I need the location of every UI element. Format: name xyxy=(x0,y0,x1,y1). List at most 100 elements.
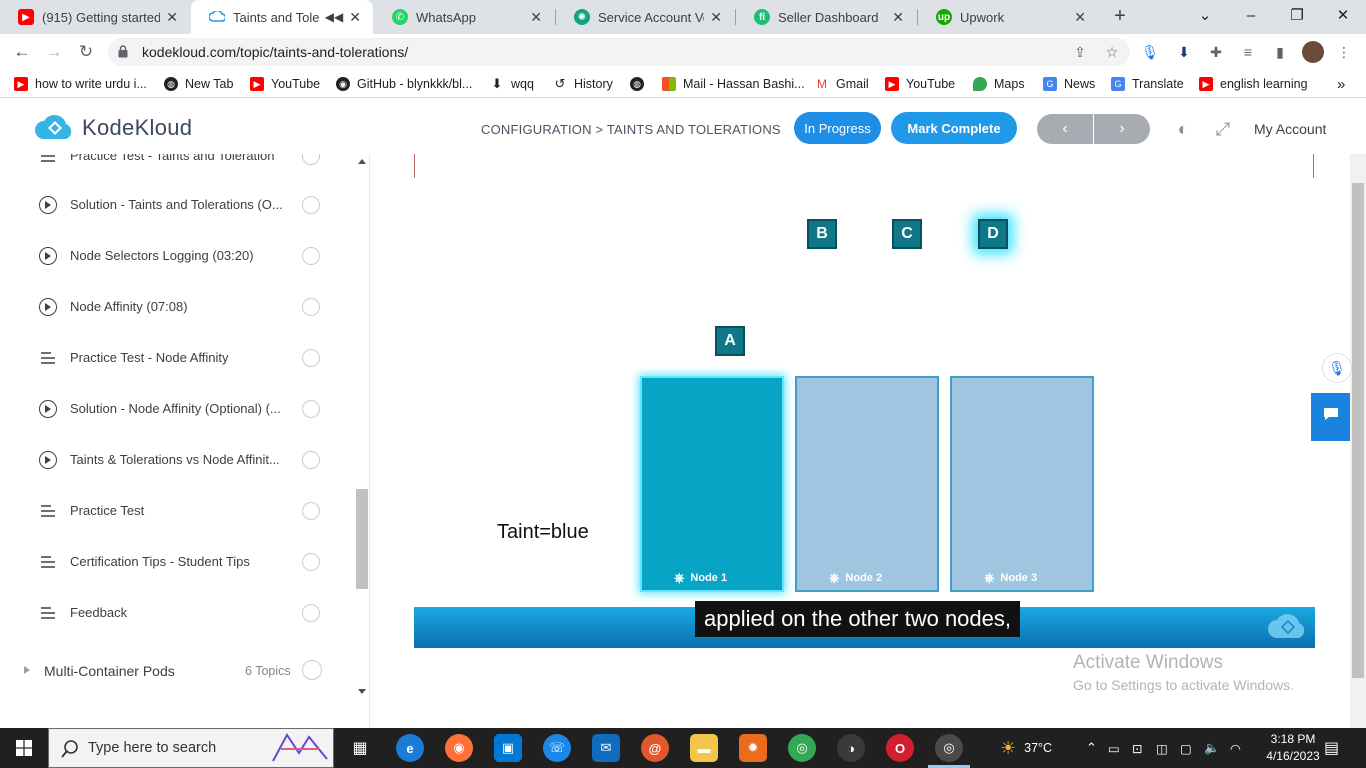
browser-tab[interactable]: ▶ (915) Getting started w ✕ xyxy=(0,0,190,34)
module-multi-container-pods[interactable]: Multi-Container Pods 6 Topics xyxy=(0,660,356,684)
taskbar-clock[interactable]: 3:18 PM 4/16/2023 xyxy=(1262,731,1324,765)
volume-icon[interactable]: 🔈 xyxy=(1204,728,1220,768)
bookmark-item[interactable]: ⬇ wqq xyxy=(490,76,534,92)
minimize-button[interactable]: – xyxy=(1228,0,1274,34)
lesson-item[interactable]: Practice Test - Node Affinity xyxy=(0,349,356,400)
next-lesson-button[interactable]: › xyxy=(1094,114,1150,144)
forward-button[interactable]: → xyxy=(42,40,66,64)
bookmark-item[interactable]: ◍ New Tab xyxy=(164,76,233,92)
weather-widget[interactable]: ☀ 37°C xyxy=(1000,728,1052,768)
browser-toolbar: ← → ↻ kodekloud.com/topic/taints-and-tol… xyxy=(0,34,1366,70)
chrome-icon[interactable]: ◎ xyxy=(788,734,816,762)
mail-icon[interactable]: ✉ xyxy=(592,734,620,762)
browser-tab[interactable]: ✆ WhatsApp ✕ xyxy=(374,0,554,34)
task-view-icon[interactable]: ▦ xyxy=(346,734,374,762)
sidebar-scrollbar-thumb[interactable] xyxy=(356,489,368,589)
close-tab-icon[interactable]: ✕ xyxy=(710,9,722,26)
in-progress-badge[interactable]: In Progress xyxy=(794,112,881,144)
lesson-status-circle xyxy=(302,298,320,316)
menu-kebab-icon[interactable]: ⋮ xyxy=(1334,42,1354,62)
profile-avatar[interactable] xyxy=(1302,41,1324,63)
media-control-icon[interactable]: ≡ xyxy=(1238,42,1258,62)
lesson-item[interactable]: Practice Test xyxy=(0,502,356,553)
chat-support-button[interactable] xyxy=(1311,393,1350,441)
address-bar[interactable]: kodekloud.com/topic/taints-and-toleratio… xyxy=(108,38,1130,66)
share-icon[interactable]: ⇪ xyxy=(1070,42,1090,62)
bookmark-star-icon[interactable]: ☆ xyxy=(1102,42,1122,62)
snail-app-icon[interactable]: @ xyxy=(641,734,669,762)
close-tab-icon[interactable]: ✕ xyxy=(1074,9,1086,26)
browser-tab[interactable]: ✺ Service Account Versio ✕ xyxy=(556,0,734,34)
windows-start-button[interactable] xyxy=(0,728,48,768)
bookmark-item[interactable]: M Gmail xyxy=(815,76,869,92)
extensions-puzzle-icon[interactable]: ✚ xyxy=(1206,42,1226,62)
dark-mode-toggle-icon[interactable]: ◐ xyxy=(1172,118,1194,140)
lesson-item[interactable]: Solution - Taints and Tolerations (O... xyxy=(0,196,356,247)
bookmark-item[interactable]: ↺ History xyxy=(553,76,613,92)
side-panel-icon[interactable]: ▮ xyxy=(1270,42,1290,62)
network-device-icon[interactable]: ⊡ xyxy=(1132,728,1142,768)
bookmark-item[interactable]: ▶ YouTube xyxy=(885,76,955,92)
previous-lesson-button[interactable]: ‹ xyxy=(1037,114,1093,144)
kodekloud-logo[interactable]: KodeKloud xyxy=(34,114,192,142)
edge-icon[interactable]: e xyxy=(396,734,424,762)
firefox-icon[interactable]: ◉ xyxy=(445,734,473,762)
upwork-icon: up xyxy=(936,9,952,25)
browser-tab[interactable]: up Upwork ✕ xyxy=(918,0,1098,34)
obs-icon[interactable]: ◑ xyxy=(837,734,865,762)
bookmark-item[interactable]: G Translate xyxy=(1111,76,1184,92)
new-tab-button[interactable]: + xyxy=(1108,4,1132,28)
voice-input-button[interactable]: 🎙 xyxy=(1322,353,1352,383)
close-tab-icon[interactable]: ✕ xyxy=(166,9,178,26)
lesson-item[interactable]: Taints & Tolerations vs Node Affinit... xyxy=(0,451,356,502)
microsoft-store-icon[interactable]: ▣ xyxy=(494,734,522,762)
phone-link-icon[interactable]: ☏ xyxy=(543,734,571,762)
restore-button[interactable]: ❐ xyxy=(1274,0,1320,34)
back-button[interactable]: ← xyxy=(10,40,34,64)
file-explorer-icon[interactable]: ▬ xyxy=(690,734,718,762)
bookmark-item[interactable]: G News xyxy=(1043,76,1095,92)
settings-gear-app-icon[interactable]: ✹ xyxy=(739,734,767,762)
bookmark-item[interactable]: ▶ how to write urdu i... xyxy=(14,76,147,92)
more-bookmarks-button[interactable]: » xyxy=(1337,76,1345,93)
microphone-extension-icon[interactable]: 🎙 xyxy=(1140,42,1160,62)
mark-complete-button[interactable]: Mark Complete xyxy=(891,112,1017,144)
notifications-icon[interactable]: ▤ xyxy=(1324,728,1339,768)
meet-icon[interactable]: ◫ xyxy=(1156,728,1168,768)
show-hidden-icons-button[interactable]: ⌃ xyxy=(1086,728,1097,768)
lesson-item[interactable]: Solution - Node Affinity (Optional) (... xyxy=(0,400,356,451)
chat-bubble-icon xyxy=(1323,408,1338,420)
browser-tab[interactable]: fi Seller Dashboard ✕ xyxy=(736,0,916,34)
close-tab-icon[interactable]: ✕ xyxy=(349,9,361,26)
mute-tab-icon[interactable]: ◀◀ xyxy=(325,10,343,24)
fullscreen-icon[interactable]: ⤢ xyxy=(1212,118,1234,140)
bookmark-item[interactable]: Mail - Hassan Bashi... xyxy=(662,76,805,92)
close-window-button[interactable]: ✕ xyxy=(1320,0,1366,34)
bookmark-item[interactable]: ◉ GitHub - blynkkk/bl... xyxy=(336,76,472,92)
video-player[interactable]: B C D A ⎈ Node 1 ⎈ Node 2 ⎈ Node 3 Taint=bl… xyxy=(414,154,1315,648)
chrome-profile-icon[interactable]: ◎ xyxy=(935,734,963,762)
my-account-link[interactable]: My Account xyxy=(1254,121,1326,137)
lesson-item[interactable]: Practice Test - Taints and Toleration xyxy=(0,154,356,198)
bookmark-item[interactable]: ▶ english learning xyxy=(1199,76,1308,92)
reload-button[interactable]: ↻ xyxy=(74,40,98,64)
wifi-icon[interactable]: ◠ xyxy=(1230,728,1241,768)
lesson-item[interactable]: Certification Tips - Student Tips xyxy=(0,553,356,604)
download-extension-icon[interactable]: ⬇ xyxy=(1174,42,1194,62)
lesson-item[interactable]: Node Affinity (07:08) xyxy=(0,298,356,349)
bookmark-item[interactable]: Maps xyxy=(973,76,1025,92)
tab-search-button[interactable]: ⌄ xyxy=(1182,0,1228,34)
close-tab-icon[interactable]: ✕ xyxy=(892,9,904,26)
bookmark-item[interactable]: ◍ xyxy=(630,76,651,92)
display-icon[interactable]: ▢ xyxy=(1180,728,1192,768)
lesson-item[interactable]: Feedback xyxy=(0,604,356,655)
sidebar-scrollbar[interactable] xyxy=(356,154,368,704)
bookmark-item[interactable]: ▶ YouTube xyxy=(250,76,320,92)
lesson-item[interactable]: Node Selectors Logging (03:20) xyxy=(0,247,356,298)
page-scrollbar-thumb[interactable] xyxy=(1352,183,1364,678)
close-tab-icon[interactable]: ✕ xyxy=(530,9,542,26)
battery-icon[interactable]: ▭ xyxy=(1108,728,1120,768)
browser-tab-active[interactable]: Taints and Tolerati ◀◀ ✕ xyxy=(191,0,373,34)
taskbar-search-box[interactable]: Type here to search xyxy=(48,728,334,768)
opera-icon[interactable]: O xyxy=(886,734,914,762)
